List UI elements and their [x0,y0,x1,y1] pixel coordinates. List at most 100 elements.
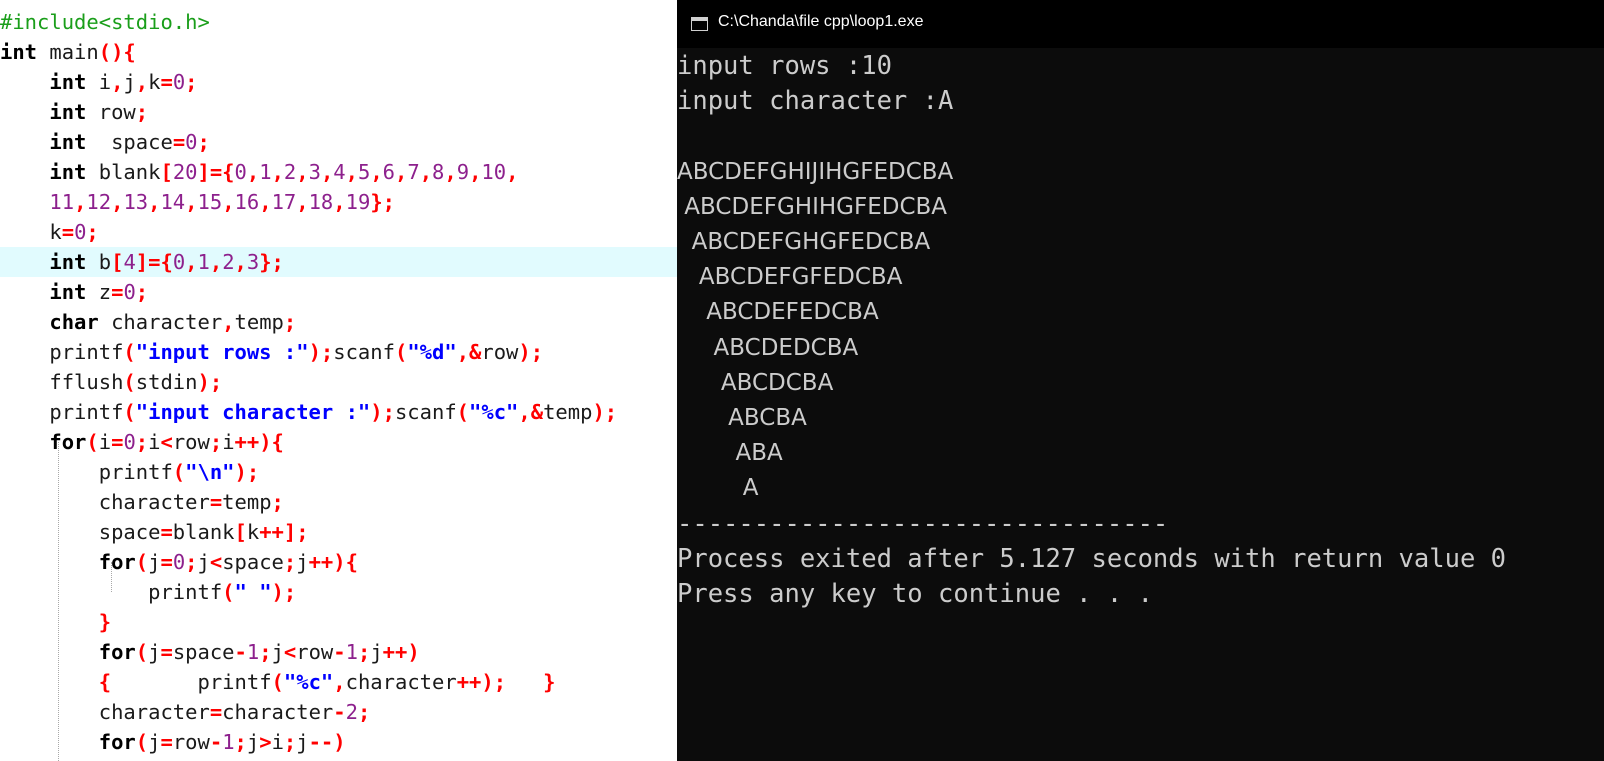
code-token: - [234,640,247,664]
code-token: = [172,130,186,154]
code-token: 9 [456,160,470,184]
code-line[interactable]: int z=0; [0,277,680,307]
console-line: Process exited after 5.127 seconds with … [677,543,1507,574]
code-token: ; [259,640,272,664]
code-token: " " [234,580,272,604]
code-line[interactable]: character=character-2; [0,697,680,727]
code-token: 12 [86,190,112,214]
code-token: "input rows :" [135,340,309,364]
code-token: int [49,130,87,154]
console-line: A [677,475,759,502]
code-token: , [296,160,309,184]
console-line: -------------------------------- [677,508,1169,539]
code-token: ]={ [135,250,173,274]
code-token: ; [135,430,149,454]
code-token: 4 [123,250,136,274]
code-token: character [0,490,210,514]
code-line[interactable]: character=temp; [0,487,680,517]
code-token: , [506,160,519,184]
code-line[interactable]: for(j=space-1;j<row-1;j++) [0,637,680,667]
code-token: ); [271,580,297,604]
code-token: int [49,70,87,94]
console-window[interactable]: C:\Chanda\file cpp\loop1.exe input rows … [677,0,1604,761]
code-token: character [345,670,457,694]
code-token: 2 [283,160,297,184]
code-token: character [98,310,223,334]
code-line[interactable]: #include<stdio.h> [0,7,680,37]
code-line[interactable]: k=0; [0,217,680,247]
code-token: , [111,190,124,214]
code-token: < [283,640,297,664]
code-token: j [271,640,284,664]
code-token: }; [259,250,284,274]
code-token: [ [234,520,247,544]
code-token: ); [197,370,223,394]
code-line[interactable]: int space=0; [0,127,680,157]
code-token: ( [135,640,149,664]
console-line: ABCDEFGHIHGFEDCBA [677,193,948,220]
code-token: , [320,160,334,184]
code-token: ; [135,100,149,124]
code-line[interactable]: char character,temp; [0,307,680,337]
code-token: scanf [394,400,457,424]
code-line[interactable]: 11,12,13,14,15,16,17,18,19}; [0,187,680,217]
code-token: 4 [333,160,346,184]
code-line[interactable]: space=blank[k++]; [0,517,680,547]
code-token: , [222,310,235,334]
console-line: ABA [677,440,783,467]
code-token: ); [370,400,395,424]
code-token: i [222,430,235,454]
console-title-bar[interactable]: C:\Chanda\file cpp\loop1.exe [677,0,1604,48]
code-token: ; [209,430,223,454]
code-token: 13 [123,190,149,214]
code-token: , [185,190,198,214]
code-token: space [0,520,161,544]
code-line[interactable]: } [0,607,680,637]
code-editor[interactable]: #include<stdio.h> int main(){ int i,j,k=0… [0,0,680,761]
code-token: , [370,160,383,184]
code-token: , [135,70,149,94]
code-line[interactable]: int main(){ [0,37,680,67]
code-line[interactable]: for(i=0;i<row;i++){ [0,427,680,457]
code-token: ++]; [259,520,309,544]
code-line[interactable]: fflush(stdin); [0,367,680,397]
code-line[interactable]: printf(" "); [0,577,680,607]
code-token: int [49,250,87,274]
code-token: = [160,70,173,94]
code-token: ( [271,670,284,694]
code-token: ( [123,370,136,394]
code-token: 2 [222,250,235,274]
code-token: j [148,550,161,574]
code-line[interactable]: int blank[20]={0,1,2,3,4,5,6,7,8,9,10, [0,157,680,187]
code-token: 0 [172,550,186,574]
code-token: ); [592,400,618,424]
code-token: printf [0,340,124,364]
code-token: ; [185,550,198,574]
code-token: 0 [172,70,186,94]
code-token: ; [357,640,371,664]
code-line[interactable]: int b[4]={0,1,2,3}; [0,247,680,277]
code-token: k [246,520,260,544]
code-token: ); [234,460,260,484]
code-line[interactable]: int i,j,k=0; [0,67,680,97]
code-line[interactable]: printf("\n"); [0,457,680,487]
code-token: ; [283,550,297,574]
code-line[interactable]: for(j=0;j<space;j++){ [0,547,680,577]
code-line[interactable]: int row; [0,97,680,127]
code-token: 1 [345,640,358,664]
code-token: = [209,700,223,724]
code-token: row [172,430,210,454]
code-line[interactable]: printf("input character :");scanf("%c",&… [0,397,680,427]
window-title: C:\Chanda\file cpp\loop1.exe [718,13,924,30]
code-token: stdin [135,370,198,394]
code-token: j [246,730,260,754]
code-line[interactable]: { printf("%c",character++); } [0,667,680,697]
code-line[interactable]: printf("input rows :");scanf("%d",&row); [0,337,680,367]
code-line[interactable]: for(j=row-1;j>i;j--) [0,727,680,757]
code-token: ); [308,340,334,364]
indent-guide [111,562,112,592]
